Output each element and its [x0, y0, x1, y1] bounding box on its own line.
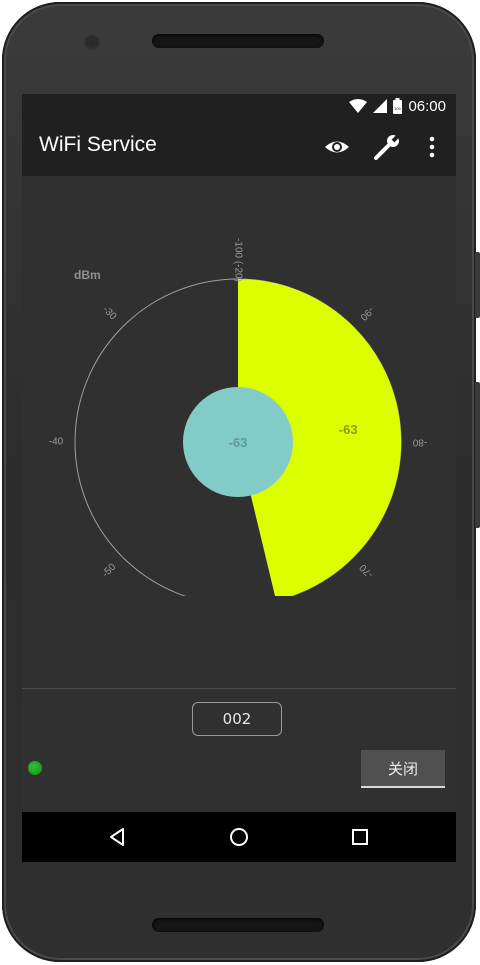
cell-signal-icon [373, 99, 388, 113]
status-led [28, 761, 42, 775]
gauge-tick-label: -50 [100, 561, 118, 579]
recents-square-icon[interactable] [345, 822, 375, 852]
navigation-bar [22, 812, 456, 862]
overflow-menu-icon[interactable] [417, 132, 447, 162]
battery-level-label: 100 [395, 106, 402, 111]
gauge-tick-label: -40 [49, 437, 64, 448]
bottom-speaker [152, 918, 324, 932]
earpiece-speaker [152, 34, 324, 48]
gauge-tick-label: -90 [357, 304, 375, 322]
volume-rocker [475, 382, 480, 528]
signal-gauge: -100 (-20)-90-80-70-60-50-40-30 -63 -63 [49, 238, 427, 596]
battery-icon: 100 [393, 98, 403, 114]
power-button [475, 252, 480, 318]
gauge-tick-label: -100 (-20) [233, 238, 244, 282]
gauge-tick-label: -30 [100, 304, 118, 322]
app-bar: WiFi Service [22, 118, 456, 176]
front-camera [86, 36, 98, 48]
gauge-sector-value: -63 [339, 422, 358, 437]
clock: 06:00 [408, 97, 446, 115]
app-title: WiFi Service [39, 133, 157, 156]
gauge-center-value: -63 [229, 435, 248, 450]
gauge-tick-label: -70 [357, 561, 375, 579]
close-button[interactable]: 关闭 [361, 750, 445, 788]
eye-icon[interactable] [322, 132, 352, 162]
divider [22, 688, 456, 689]
wifi-icon [349, 99, 368, 113]
screen: 100 06:00 WiFi Service dBm -100 (-20) -9… [22, 94, 456, 862]
wrench-icon[interactable] [372, 132, 402, 162]
main-content: dBm -100 (-20)-90-80-70-60-50-40-30 -63 … [22, 176, 456, 812]
back-triangle-icon[interactable] [102, 822, 132, 852]
home-circle-icon[interactable] [224, 822, 254, 852]
status-bar: 100 06:00 [22, 94, 456, 118]
code-display: 002 [192, 702, 282, 736]
gauge-tick-label: -80 [412, 437, 427, 448]
